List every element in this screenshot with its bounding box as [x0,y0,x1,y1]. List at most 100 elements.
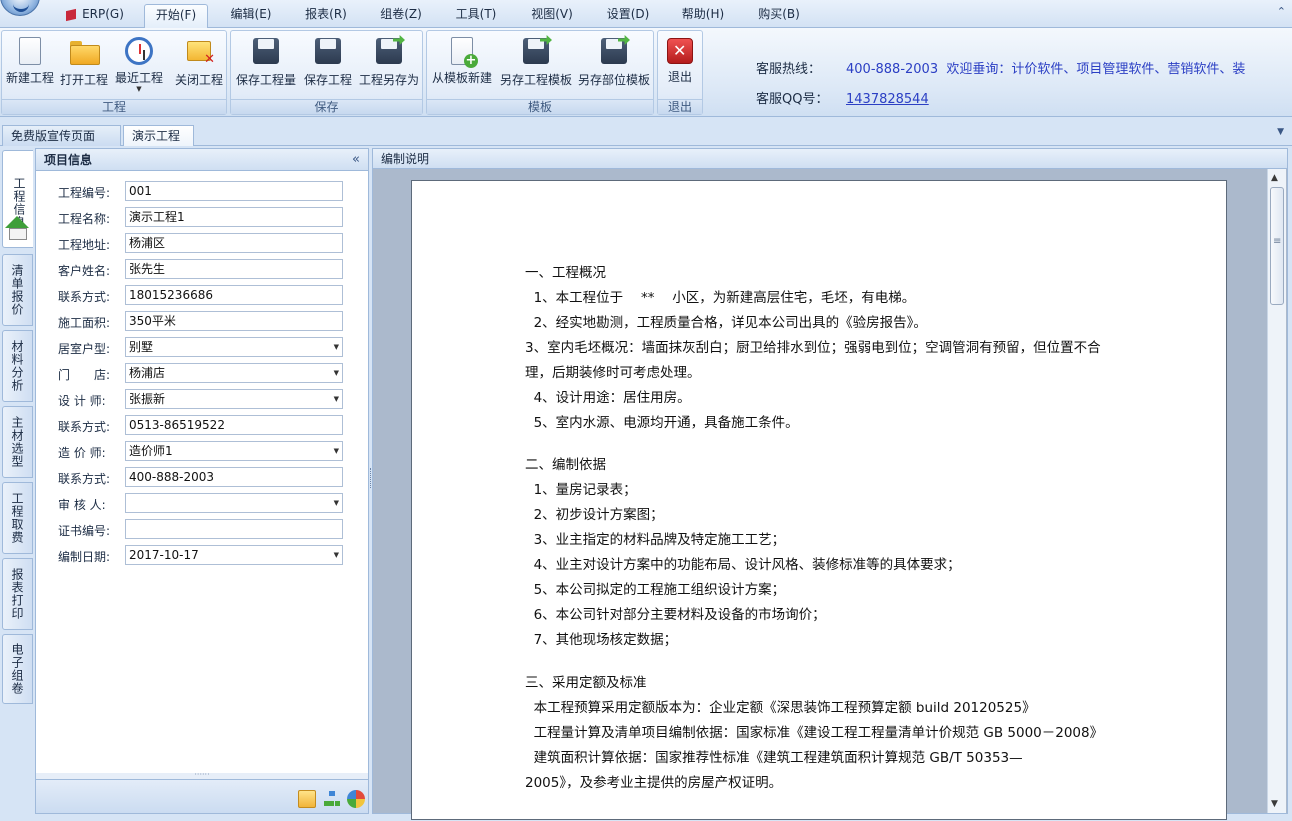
side-tab-main-material[interactable]: 主材选型 [2,406,33,478]
color-wheel-icon[interactable] [347,790,365,808]
doc-tab-demo-project[interactable]: 演示工程1 [123,125,194,163]
field-input[interactable]: 杨浦区 [125,233,343,253]
save-part-template-button[interactable]: 另存部位模板 [576,33,652,95]
scroll-down-icon[interactable]: ▼ [1271,799,1278,809]
button-label: 工程另存为 [358,73,419,87]
tab-list-dropdown-icon[interactable]: ▼ [1277,127,1284,137]
field-dropdown[interactable]: 张振新 ▼ [125,389,343,409]
ribbon: 新建工程 打开工程 最近工程▼ 关闭工程 工程 保存工程量 保存工程 工程另存为… [0,28,1292,117]
menu-tab-report[interactable]: 报表(R) [295,4,357,28]
recent-projects-button[interactable]: 最近工程 ▼ [112,33,166,95]
panel-title: 项目信息 [44,153,93,167]
document-line: 5、室内水源、电源均开通，具备施工条件。 [525,415,799,431]
document-line: 二、编制依据 [525,457,606,473]
menu-tab-view[interactable]: 视图(V) [520,4,584,28]
document-line: 3、室内毛坯概况：墙面抹灰刮白；厨卫给排水到位；强弱电到位；空调管洞有预留，但位… [525,340,1101,356]
scrollbar-thumb[interactable] [1270,187,1284,305]
field-dropdown[interactable]: 别墅 ▼ [125,337,343,357]
field-value: 杨浦区 [129,236,166,250]
collapse-panel-icon[interactable]: « [352,149,360,171]
save-quantity-button[interactable]: 保存工程量 [234,33,298,95]
erp-flag-icon [66,8,77,21]
field-input[interactable]: 400-888-2003 [125,467,343,487]
field-dropdown[interactable]: ▼ [125,493,343,513]
document-line: 4、业主对设计方案中的功能布局、设计风格、装修标准等的具体要求； [525,557,961,573]
button-label: 最近工程 [114,71,163,85]
form-row: 造 价 师: 造价师1 ▼ [36,441,368,463]
button-label: 退出 [667,70,692,84]
vertical-scrollbar[interactable]: ▲ ▼ [1267,169,1286,813]
scroll-up-icon[interactable]: ▲ [1271,173,1278,183]
new-project-button[interactable]: 新建工程 [4,33,56,95]
menu-tab-erp[interactable]: ERP(G) [60,4,130,28]
ribbon-group-label: 工程 [2,99,226,114]
save-project-template-button[interactable]: 另存工程模板 [498,33,574,95]
field-input[interactable]: 张先生 [125,259,343,279]
form-row: 居室户型: 别墅 ▼ [36,337,368,359]
tree-structure-icon[interactable] [323,790,341,808]
field-label: 工程地址: [58,238,111,252]
menu-tab-settings[interactable]: 设置(D) [597,4,659,28]
save-as-icon [598,35,630,67]
document-line: 2005》，及参考业主提供的房屋产权证明。 [525,775,783,791]
dropdown-arrow-icon[interactable]: ▼ [334,442,339,460]
save-project-button[interactable]: 保存工程 [301,33,355,95]
open-project-button[interactable]: 打开工程 [58,33,110,95]
qq-label: 客服QQ号： [756,92,829,107]
form-row: 设 计 师: 张振新 ▼ [36,389,368,411]
exit-button[interactable]: 退出 [661,33,699,95]
field-label: 联系方式: [58,290,111,304]
field-input[interactable]: 演示工程1 [125,207,343,227]
field-input[interactable]: 001 [125,181,343,201]
menu-tab-label: 开始(F) [155,8,197,22]
folder-view-icon[interactable] [298,790,316,808]
side-tab-material-analysis[interactable]: 材料分析 [2,330,33,402]
side-tab-quote[interactable]: 清单报价 [2,254,33,326]
field-input[interactable]: 350平米 [125,311,343,331]
form-row: 审 核 人: ▼ [36,493,368,515]
dropdown-arrow-icon[interactable]: ▼ [334,546,339,564]
dropdown-arrow-icon[interactable]: ▼ [334,390,339,408]
button-label: 从模板新建 [431,71,492,85]
menu-tab-edit[interactable]: 编辑(E) [220,4,282,28]
dropdown-arrow-icon: ▼ [136,85,142,93]
field-input[interactable]: 0513-86519522 [125,415,343,435]
ribbon-collapse-icon[interactable]: ⌃ [1277,5,1286,18]
side-tab-e-assemble[interactable]: 电子组卷 [2,634,33,704]
field-dropdown[interactable]: 2017-10-17 ▼ [125,545,343,565]
menu-tab-tools[interactable]: 工具(T) [445,4,507,28]
field-value: 0513-86519522 [129,418,225,432]
document-line: 6、本公司针对部分主要材料及设备的市场询价； [525,607,826,623]
field-dropdown[interactable]: 杨浦店 ▼ [125,363,343,383]
side-tab-fees[interactable]: 工程取费 [2,482,33,554]
document-page[interactable]: 一、工程概况 1、本工程位于 ** 小区，为新建高层住宅，毛坯，有电梯。 2、经… [411,180,1227,820]
side-tab-report-print[interactable]: 报表打印 [2,558,33,630]
save-as-button[interactable]: 工程另存为 [357,33,421,95]
form-row: 工程地址: 杨浦区 [36,233,368,255]
new-document-icon [19,37,41,65]
close-project-icon [183,35,215,67]
dropdown-arrow-icon[interactable]: ▼ [334,494,339,512]
button-label: 保存工程量 [235,73,296,87]
app-orb-button[interactable] [0,0,40,16]
dropdown-arrow-icon[interactable]: ▼ [334,364,339,382]
menu-tab-help[interactable]: 帮助(H) [672,4,734,28]
qq-number-link[interactable]: 1437828544 [846,92,929,107]
field-value: 演示工程1 [129,210,185,224]
new-from-template-button[interactable]: 从模板新建 [430,33,494,95]
menu-tab-buy[interactable]: 购买(B) [747,4,811,28]
field-dropdown[interactable]: 造价师1 ▼ [125,441,343,461]
button-label: 另存工程模板 [499,73,572,87]
ribbon-group-label: 退出 [658,99,702,114]
field-value: 张先生 [129,262,166,276]
field-input[interactable]: 18015236686 [125,285,343,305]
menu-tab-assemble[interactable]: 组卷(Z) [370,4,432,28]
menu-tab-start[interactable]: 开始(F) [144,4,208,28]
doc-tab-promo[interactable]: 免费版宣传页面 [2,125,121,146]
document-line: 2、经实地勘测，工程质量合格，详见本公司出具的《验房报告》。 [525,315,927,331]
field-input[interactable] [125,519,343,539]
form-row: 编制日期: 2017-10-17 ▼ [36,545,368,567]
close-project-button[interactable]: 关闭工程 [172,33,226,95]
document-line: 5、本公司拟定的工程施工组织设计方案； [525,582,786,598]
dropdown-arrow-icon[interactable]: ▼ [334,338,339,356]
